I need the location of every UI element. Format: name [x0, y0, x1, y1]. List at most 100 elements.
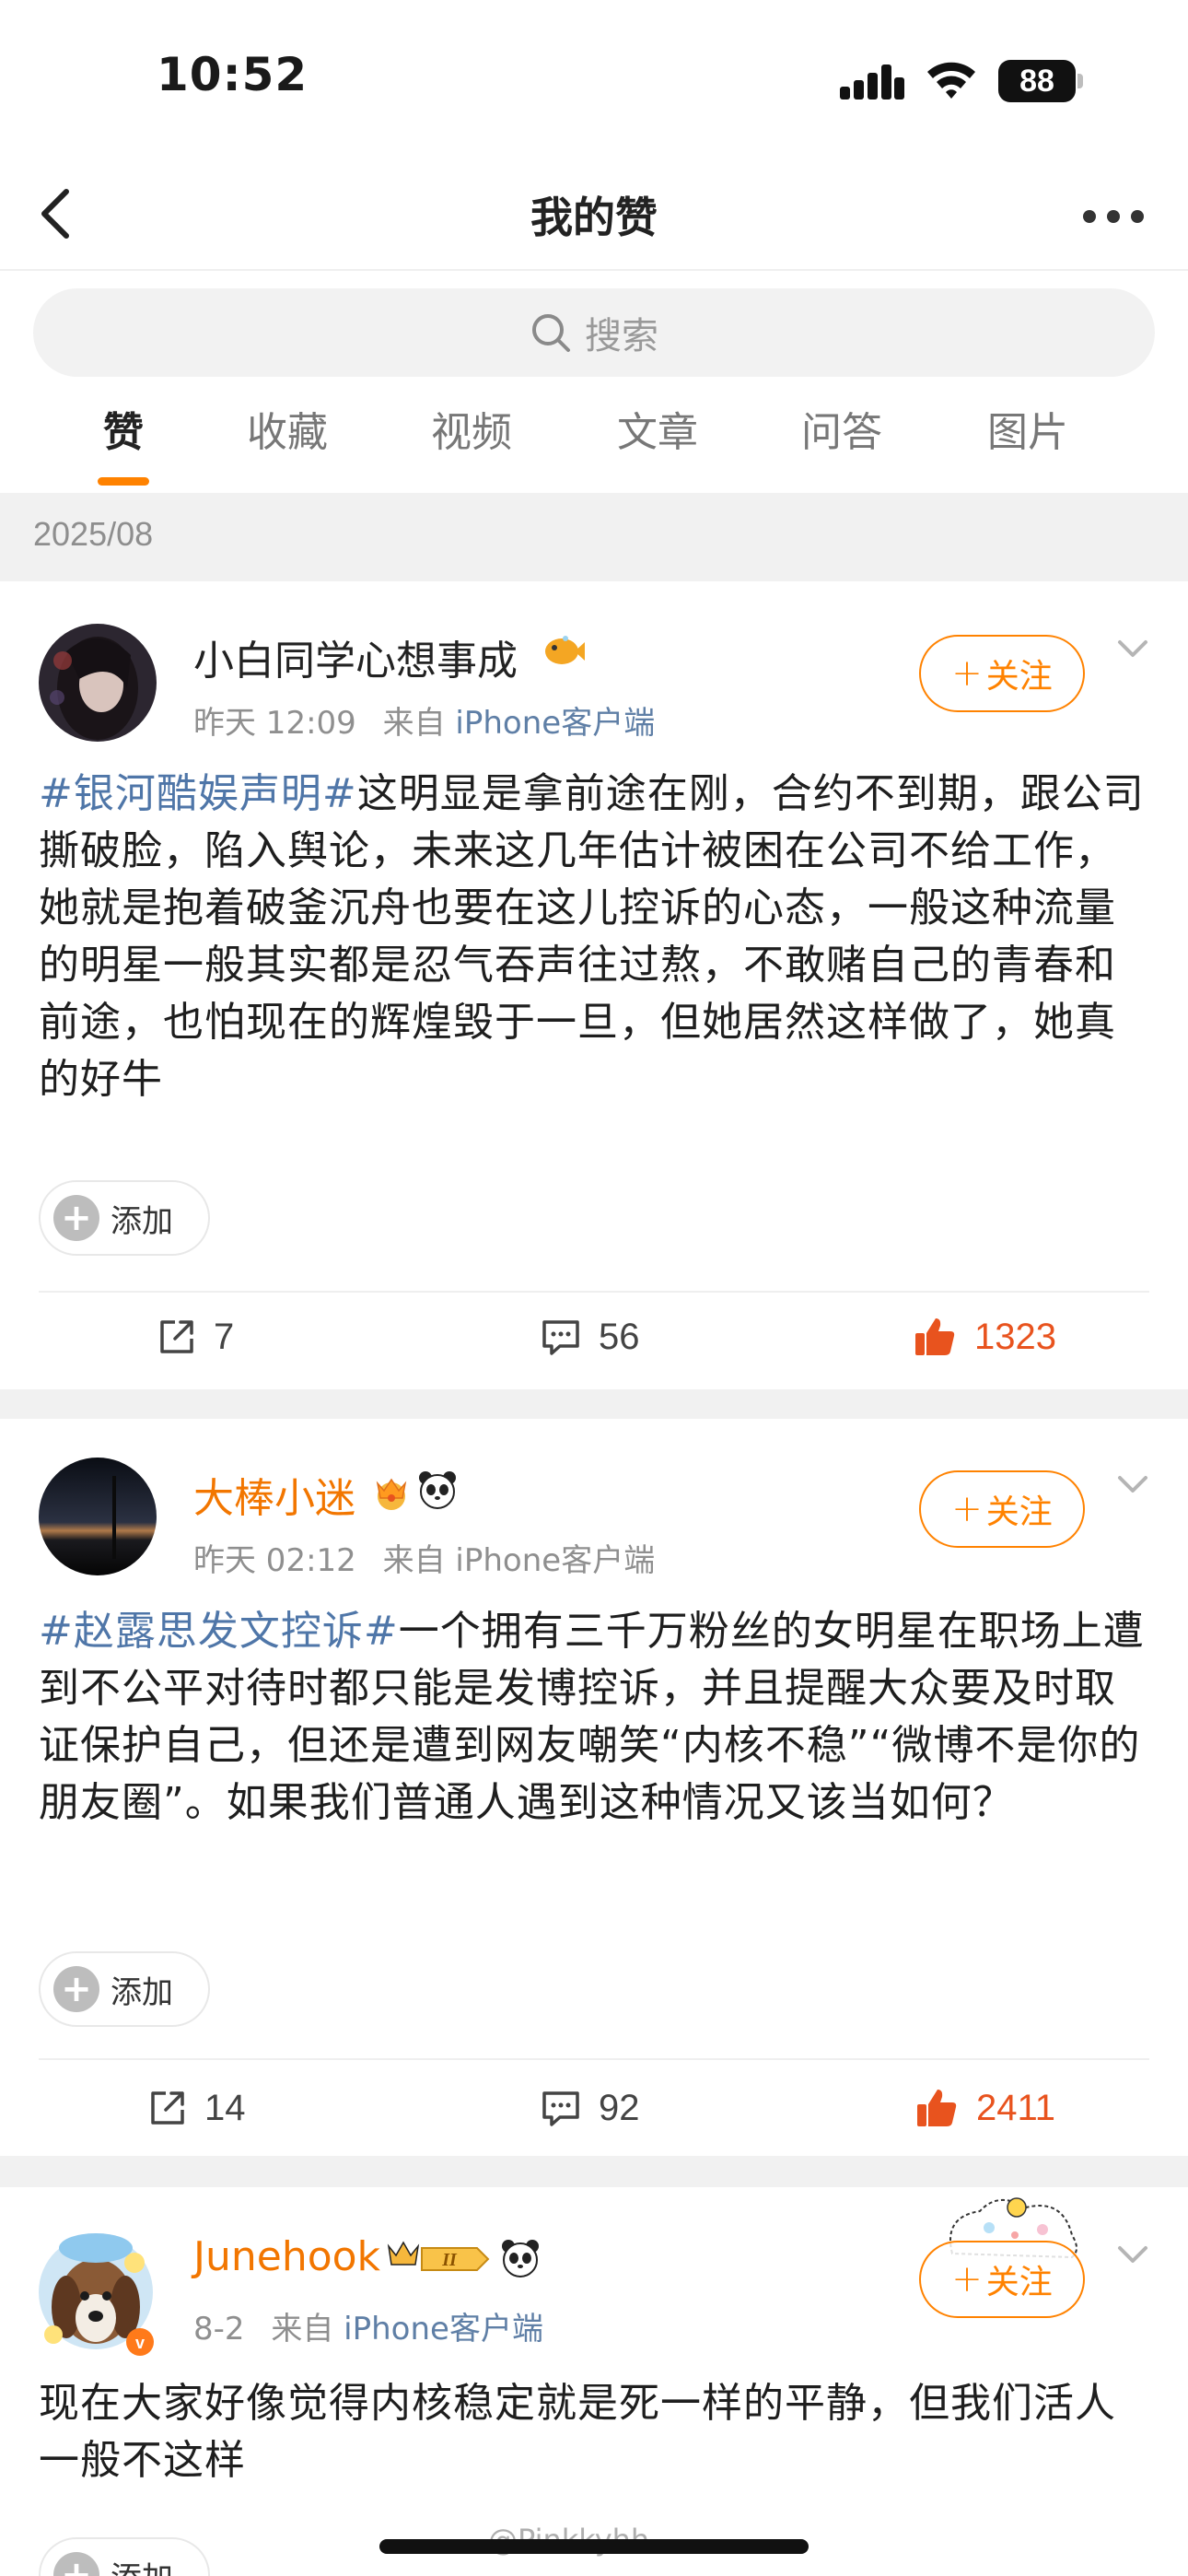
username[interactable]: Junehook: [193, 2233, 380, 2280]
post-time: 昨天 02:12: [193, 1542, 356, 1579]
panda-badge-icon: [502, 2240, 539, 2277]
follow-label: 关注: [985, 1493, 1053, 1531]
thumbs-up-icon: [917, 2090, 957, 2126]
status-time: 10:52: [157, 48, 309, 101]
repost-icon: [160, 1320, 193, 1353]
add-label: 添加: [111, 2553, 173, 2576]
avatar-image: [39, 624, 157, 742]
post-card[interactable]: v Junehook II 8-2 来自 iPhone客户端 + 关注 现在大家…: [0, 2187, 1188, 2576]
comment-button[interactable]: 56: [540, 1309, 640, 1364]
search-icon: [532, 314, 570, 352]
status-bar: 10:52 88: [0, 0, 1188, 157]
plus-icon: +: [951, 652, 983, 695]
avatar[interactable]: [39, 1458, 157, 1575]
tab-articles[interactable]: 文章: [584, 396, 731, 485]
divider: [39, 2058, 1149, 2060]
follow-label: 关注: [985, 658, 1053, 696]
post-text[interactable]: #赵露思发文控诉#一个拥有三千万粉丝的女明星在职场上遭到不公平对待时都只能是发博…: [39, 1603, 1153, 1832]
like-count: 2411: [976, 2087, 1056, 2128]
date-group-header: 2025/08: [0, 493, 1188, 581]
topic-tag[interactable]: #银河酷娱声明#: [39, 770, 357, 817]
svg-text:II: II: [441, 2250, 458, 2270]
repost-icon: [151, 2091, 184, 2125]
repost-count: 7: [214, 1316, 235, 1357]
active-tab-indicator: [98, 477, 149, 486]
post-source[interactable]: iPhone客户端: [455, 1542, 655, 1579]
username[interactable]: 大棒小迷: [193, 1465, 355, 1524]
divider: [39, 1291, 1149, 1293]
add-button[interactable]: + 添加: [39, 1180, 210, 1256]
post-source[interactable]: iPhone客户端: [344, 2311, 543, 2348]
post-time: 8-2: [193, 2311, 245, 2348]
like-button[interactable]: 1323: [912, 1309, 1056, 1364]
repost-button[interactable]: 7: [157, 1309, 234, 1364]
follow-button[interactable]: + 关注: [919, 2241, 1085, 2318]
tab-qa[interactable]: 问答: [768, 396, 915, 485]
post-meta: 昨天 12:09 来自 iPhone客户端: [193, 697, 655, 743]
repost-button[interactable]: 14: [147, 2080, 246, 2136]
like-button[interactable]: 2411: [914, 2080, 1055, 2136]
comment-count: 56: [599, 1316, 640, 1357]
post-time: 昨天 12:09: [193, 705, 356, 742]
tab-favorites[interactable]: 收藏: [214, 396, 361, 485]
plus-icon: +: [951, 2258, 983, 2301]
comment-icon: [542, 2091, 579, 2126]
avatar[interactable]: v: [31, 2226, 160, 2360]
search-placeholder: 搜索: [585, 315, 658, 357]
page-title: 我的赞: [530, 193, 658, 242]
post-text[interactable]: 现在大家好像觉得内核稳定就是死一样的平静，但我们活人一般不这样: [39, 2375, 1153, 2489]
add-label: 添加: [111, 1973, 173, 2011]
post-text[interactable]: #银河酷娱声明#这明显是拿前途在刚，合约不到期，跟公司撕破脸，陷入舆论，未来这几…: [39, 766, 1153, 1108]
chevron-down-icon[interactable]: [1111, 1470, 1155, 1498]
battery-level: 88: [1019, 64, 1054, 99]
post-actions: 7 56 1323: [0, 1309, 1188, 1364]
avatar-image: v: [39, 2233, 154, 2356]
add-button[interactable]: + 添加: [39, 1951, 210, 2027]
date-group-label: 2025/08: [33, 515, 154, 553]
battery-icon: 88: [998, 60, 1083, 102]
tab-bar: 赞 收藏 视频 文章 问答 图片: [0, 396, 1188, 498]
thumbs-up-icon: [915, 1318, 955, 1355]
username[interactable]: 小白同学心想事成: [193, 627, 518, 686]
follow-button[interactable]: + 关注: [919, 1470, 1085, 1548]
wifi-icon: [927, 62, 975, 99]
comment-count: 92: [599, 2087, 640, 2128]
tab-videos[interactable]: 视频: [398, 396, 545, 485]
search-bar[interactable]: 搜索: [33, 288, 1155, 377]
tab-likes[interactable]: 赞: [50, 396, 197, 485]
chevron-down-icon[interactable]: [1111, 635, 1155, 662]
avatar[interactable]: [39, 624, 157, 742]
svg-text:v: v: [135, 2334, 145, 2352]
source-prefix: 来自: [382, 1542, 446, 1579]
tab-images[interactable]: 图片: [954, 396, 1101, 485]
add-plus-icon: +: [53, 1195, 99, 1241]
source-prefix: 来自: [382, 705, 446, 742]
source-prefix: 来自: [271, 2311, 334, 2348]
repost-count: 14: [204, 2087, 246, 2128]
post-body: 现在大家好像觉得内核稳定就是死一样的平静，但我们活人一般不这样: [39, 2380, 1116, 2484]
chevron-down-icon[interactable]: [1111, 2241, 1155, 2268]
post-source[interactable]: iPhone客户端: [455, 705, 655, 742]
home-indicator[interactable]: [379, 2539, 809, 2554]
comment-icon: [542, 1320, 579, 1355]
follow-button[interactable]: + 关注: [919, 635, 1085, 712]
nav-bar: 我的赞: [0, 157, 1188, 271]
post-actions: 14 92 2411: [0, 2080, 1188, 2136]
add-plus-icon: +: [53, 1966, 99, 2012]
post-card[interactable]: 小白同学心想事成 昨天 12:09 来自 iPhone客户端 + 关注 #银河酷…: [0, 581, 1188, 1389]
post-card[interactable]: 大棒小迷 昨天 02:12 来自 iPhone客户端 + 关注 #赵露思发文控诉…: [0, 1419, 1188, 2156]
more-options-button[interactable]: [1079, 203, 1153, 230]
comment-button[interactable]: 92: [540, 2080, 640, 2136]
membership-badge-icon: II: [387, 2241, 490, 2271]
plus-icon: +: [951, 1488, 983, 1530]
fish-emoji-icon: [545, 636, 585, 664]
cellular-signal-icon: [840, 64, 904, 100]
more-dot-icon: [1083, 210, 1096, 223]
add-plus-icon: +: [53, 2552, 99, 2576]
more-dot-icon: [1131, 210, 1144, 223]
topic-tag[interactable]: #赵露思发文控诉#: [39, 1608, 399, 1655]
post-body: 这明显是拿前途在刚，合约不到期，跟公司撕破脸，陷入舆论，未来这几年估计被困在公司…: [39, 770, 1145, 1103]
avatar-image: [39, 1458, 157, 1575]
add-button[interactable]: + 添加: [39, 2537, 210, 2576]
post-meta: 8-2 来自 iPhone客户端: [193, 2303, 543, 2348]
